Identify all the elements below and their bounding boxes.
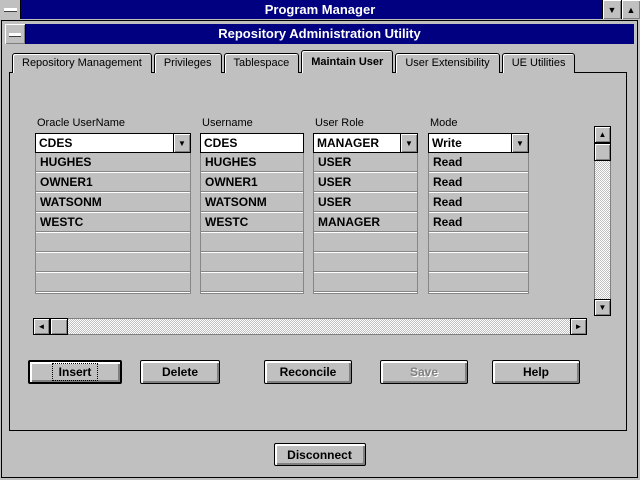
grid-row[interactable]: USER bbox=[314, 173, 417, 193]
window-control-menu-button[interactable] bbox=[5, 24, 26, 44]
tab-privileges[interactable]: Privileges bbox=[154, 53, 222, 73]
maximize-button[interactable]: ▲ bbox=[621, 0, 640, 19]
scroll-down-button[interactable]: ▼ bbox=[594, 299, 611, 316]
grid-row[interactable] bbox=[429, 253, 528, 273]
save-button[interactable]: Save bbox=[380, 360, 468, 384]
grid-row[interactable]: USER bbox=[314, 153, 417, 173]
tab-user-extensibility[interactable]: User Extensibility bbox=[395, 53, 499, 73]
program-manager-control-menu-button[interactable] bbox=[0, 0, 21, 19]
tab-tablespace[interactable]: Tablespace bbox=[224, 53, 300, 73]
column-mode: Mode Write ▼ Read Read Read Read bbox=[428, 117, 529, 294]
grid-row[interactable]: OWNER1 bbox=[201, 173, 303, 193]
control-menu-icon bbox=[9, 33, 21, 36]
grid-row[interactable] bbox=[314, 273, 417, 293]
vertical-scrollbar[interactable]: ▲ ▼ bbox=[594, 126, 611, 316]
user-role-combobox[interactable]: MANAGER ▼ bbox=[313, 133, 418, 153]
mode-list: Read Read Read Read bbox=[428, 153, 529, 294]
scroll-left-button[interactable]: ◄ bbox=[33, 318, 50, 335]
maximize-icon: ▲ bbox=[627, 5, 636, 15]
grid-row[interactable] bbox=[201, 273, 303, 293]
grid-row[interactable] bbox=[36, 233, 190, 253]
combobox-dropdown-icon[interactable]: ▼ bbox=[173, 134, 190, 152]
program-manager-titlebar: Program Manager ▼ ▲ bbox=[0, 0, 640, 19]
reconcile-button-label: Reconcile bbox=[280, 365, 337, 379]
maintain-user-panel: Oracle UserName CDES ▼ HUGHES OWNER1 WAT… bbox=[9, 72, 627, 431]
combobox-dropdown-icon[interactable]: ▼ bbox=[400, 134, 417, 152]
tab-maintain-user[interactable]: Maintain User bbox=[301, 50, 393, 73]
control-menu-icon bbox=[4, 8, 17, 11]
grid-row[interactable]: MANAGER bbox=[314, 213, 417, 233]
column-oracle-username: Oracle UserName CDES ▼ HUGHES OWNER1 WAT… bbox=[35, 117, 191, 294]
grid-row[interactable]: WESTC bbox=[36, 213, 190, 233]
vertical-scrollbar-thumb[interactable] bbox=[594, 143, 611, 161]
column-header-mode: Mode bbox=[428, 117, 529, 133]
combobox-value: CDES bbox=[39, 135, 171, 151]
grid-row[interactable] bbox=[429, 273, 528, 293]
window-title: Repository Administration Utility bbox=[5, 24, 634, 44]
column-header-user-role: User Role bbox=[313, 117, 418, 133]
grid-row[interactable] bbox=[36, 253, 190, 273]
combobox-value: CDES bbox=[204, 135, 284, 151]
horizontal-scrollbar-thumb[interactable] bbox=[50, 318, 68, 335]
column-header-oracle-username: Oracle UserName bbox=[35, 117, 191, 133]
scroll-down-icon: ▼ bbox=[599, 303, 607, 312]
help-button-label: Help bbox=[523, 365, 549, 379]
delete-button-label: Delete bbox=[162, 365, 198, 379]
column-username: Username CDES HUGHES OWNER1 WATSONM WEST… bbox=[200, 117, 304, 294]
grid-row[interactable]: USER bbox=[314, 193, 417, 213]
scroll-right-button[interactable]: ► bbox=[570, 318, 587, 335]
scroll-up-button[interactable]: ▲ bbox=[594, 126, 611, 143]
save-button-label: Save bbox=[410, 365, 438, 379]
window-titlebar: Repository Administration Utility bbox=[5, 24, 634, 44]
grid-row[interactable] bbox=[201, 233, 303, 253]
delete-button[interactable]: Delete bbox=[140, 360, 220, 384]
repository-admin-window: Repository Administration Utility Oracle… bbox=[1, 20, 638, 478]
combobox-value: Write bbox=[432, 135, 509, 151]
oracle-username-list: HUGHES OWNER1 WATSONM WESTC bbox=[35, 153, 191, 294]
combobox-value: MANAGER bbox=[317, 135, 398, 151]
insert-button-label: Insert bbox=[53, 364, 98, 380]
grid-row[interactable] bbox=[314, 253, 417, 273]
grid-row[interactable]: WATSONM bbox=[36, 193, 190, 213]
grid-row[interactable]: Read bbox=[429, 193, 528, 213]
disconnect-button-label: Disconnect bbox=[287, 448, 352, 462]
combobox-dropdown-icon[interactable]: ▼ bbox=[511, 134, 528, 152]
program-manager-title: Program Manager bbox=[0, 0, 640, 19]
grid-row[interactable]: HUGHES bbox=[201, 153, 303, 173]
mode-combobox[interactable]: Write ▼ bbox=[428, 133, 529, 153]
tab-repository-management[interactable]: Repository Management bbox=[12, 53, 152, 73]
grid-row[interactable]: WATSONM bbox=[201, 193, 303, 213]
grid-row[interactable] bbox=[314, 233, 417, 253]
help-button[interactable]: Help bbox=[492, 360, 580, 384]
scroll-right-icon: ► bbox=[575, 322, 583, 331]
desktop: Program Manager ▼ ▲ Repository Administr… bbox=[0, 0, 640, 480]
column-header-username: Username bbox=[200, 117, 304, 133]
username-list: HUGHES OWNER1 WATSONM WESTC bbox=[200, 153, 304, 294]
username-combobox[interactable]: CDES bbox=[200, 133, 304, 153]
grid-row[interactable]: Read bbox=[429, 173, 528, 193]
disconnect-button[interactable]: Disconnect bbox=[274, 443, 366, 466]
grid-row[interactable] bbox=[429, 233, 528, 253]
scroll-up-icon: ▲ bbox=[599, 130, 607, 139]
grid-row[interactable]: WESTC bbox=[201, 213, 303, 233]
tab-bar: Repository Management Privileges Tablesp… bbox=[12, 50, 577, 73]
minimize-button[interactable]: ▼ bbox=[602, 0, 621, 19]
grid-row[interactable]: HUGHES bbox=[36, 153, 190, 173]
column-user-role: User Role MANAGER ▼ USER USER USER MANAG… bbox=[313, 117, 418, 294]
grid-row[interactable] bbox=[36, 273, 190, 293]
grid-row[interactable] bbox=[201, 253, 303, 273]
insert-button[interactable]: Insert bbox=[28, 360, 122, 384]
grid-row[interactable]: OWNER1 bbox=[36, 173, 190, 193]
scroll-left-icon: ◄ bbox=[38, 322, 46, 331]
grid-row[interactable]: Read bbox=[429, 153, 528, 173]
user-role-list: USER USER USER MANAGER bbox=[313, 153, 418, 294]
reconcile-button[interactable]: Reconcile bbox=[264, 360, 352, 384]
oracle-username-combobox[interactable]: CDES ▼ bbox=[35, 133, 191, 153]
tab-ue-utilities[interactable]: UE Utilities bbox=[502, 53, 576, 73]
minimize-icon: ▼ bbox=[608, 5, 617, 15]
horizontal-scrollbar[interactable]: ◄ ► bbox=[33, 318, 587, 335]
grid-row[interactable]: Read bbox=[429, 213, 528, 233]
